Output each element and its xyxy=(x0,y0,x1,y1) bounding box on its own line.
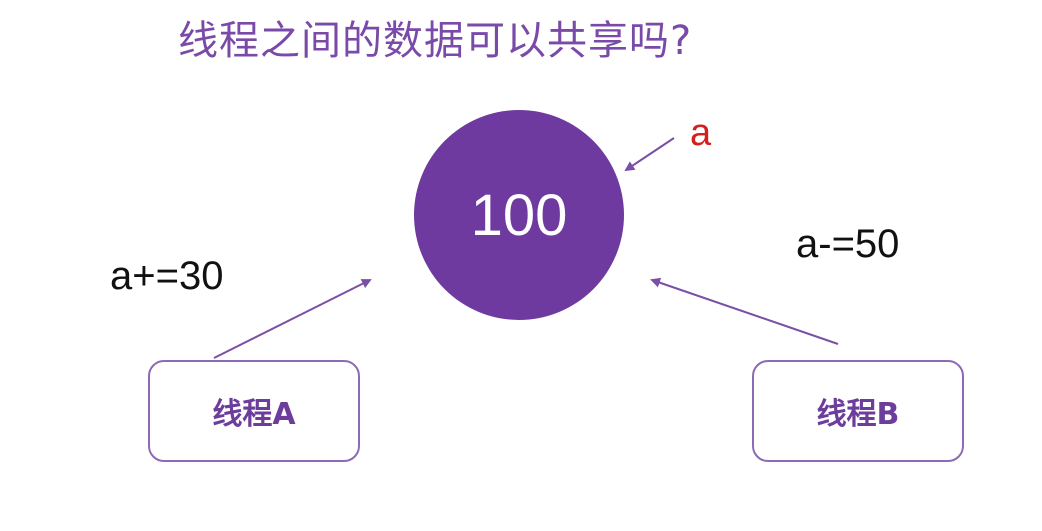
variable-pointer-arrow xyxy=(624,137,675,172)
thread-b-arrow xyxy=(650,277,839,345)
arrows-layer xyxy=(213,137,839,359)
thread-a-arrow xyxy=(213,279,372,359)
